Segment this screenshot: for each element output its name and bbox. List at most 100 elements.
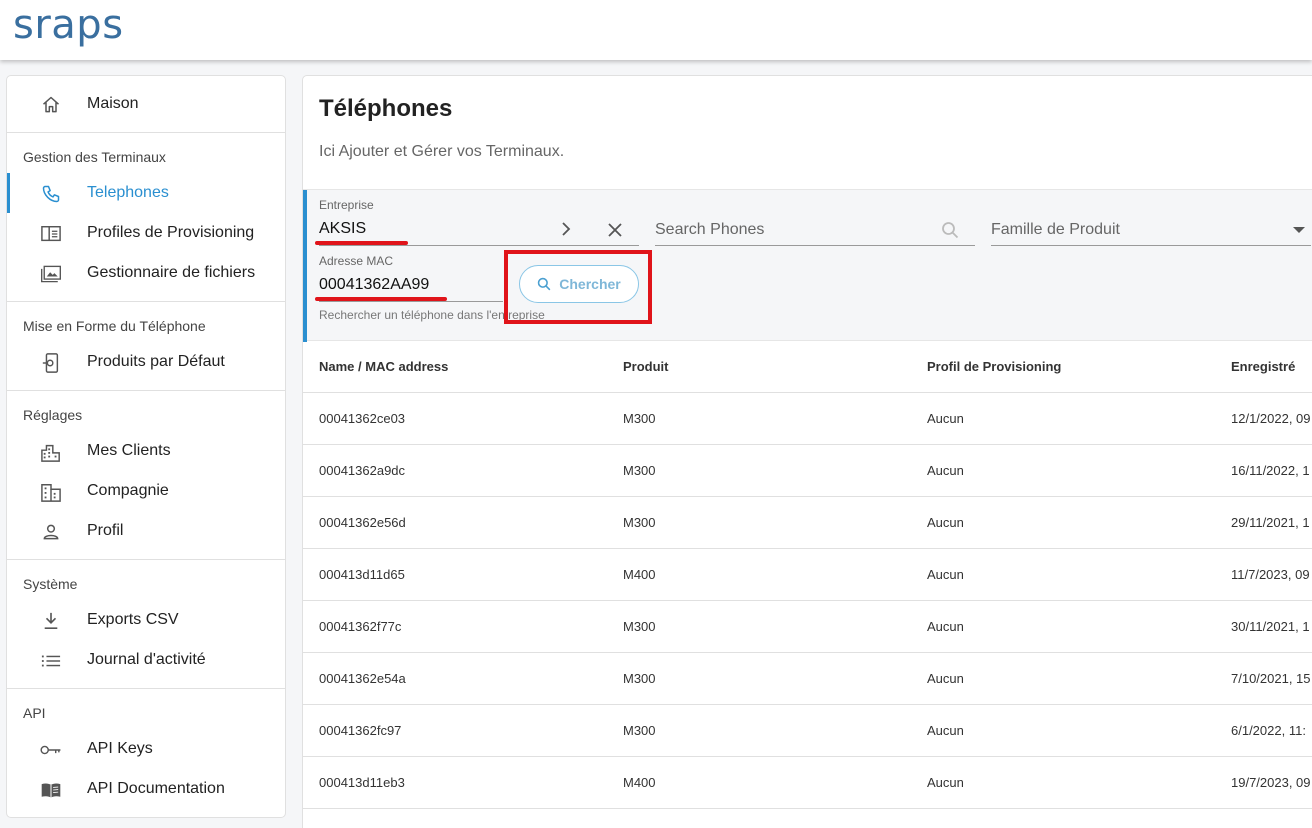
cell-product: M300 (623, 671, 656, 686)
sidebar-item-label: Journal d'activité (87, 651, 206, 668)
city-icon (40, 441, 62, 463)
column-header-profile[interactable]: Profil de Provisioning (927, 341, 1061, 393)
search-phones-input[interactable]: Search Phones (655, 221, 764, 239)
divider (7, 390, 285, 391)
table-row[interactable]: 000413d11eb3 M400 Aucun 19/7/2023, 09 (303, 757, 1312, 809)
cell-registered: 30/11/2021, 1 (1231, 619, 1310, 634)
cell-registered: 16/11/2022, 1 (1231, 463, 1310, 478)
sidebar-item-api-keys[interactable]: API Keys (7, 729, 285, 769)
phone-icon (40, 183, 62, 205)
section-title: Gestion des Terminaux (23, 149, 166, 165)
sidebar-item-label: Telephones (87, 184, 169, 201)
cell-profile: Aucun (927, 619, 964, 634)
page-title: Téléphones (319, 95, 453, 122)
divider (7, 301, 285, 302)
sidebar-item-file-manager[interactable]: Gestionnaire de fichiers (7, 253, 285, 293)
table-row[interactable]: 00041362f77c M300 Aucun 30/11/2021, 1 (303, 601, 1312, 653)
table-row[interactable]: 000413d11d65 M400 Aucun 11/7/2023, 09 (303, 549, 1312, 601)
chevron-right-icon[interactable] (559, 221, 573, 237)
sidebar-item-csv-exports[interactable]: Exports CSV (7, 600, 285, 640)
search-icon (941, 221, 959, 239)
download-icon (40, 610, 62, 632)
mac-field-label: Adresse MAC (319, 254, 394, 268)
cell-mac: 000413d11d65 (319, 567, 405, 582)
list-icon (40, 650, 62, 672)
top-bar: sraps (0, 0, 1312, 60)
section-title: Réglages (23, 407, 83, 423)
sidebar-item-provisioning-profiles[interactable]: Profiles de Provisioning (7, 213, 285, 253)
person-icon (40, 521, 62, 543)
sidebar-item-default-products[interactable]: Produits par Défaut (7, 342, 285, 382)
cell-mac: 00041362fc97 (319, 723, 402, 738)
dropdown-arrow-icon[interactable] (1293, 227, 1305, 234)
cell-product: M300 (623, 515, 656, 530)
sidebar-item-telephones[interactable]: Telephones (7, 173, 285, 213)
company-field-label: Entreprise (319, 198, 374, 212)
filter-panel: Entreprise AKSIS Search Phones Famille d… (303, 189, 1312, 342)
clear-icon[interactable] (607, 222, 623, 238)
section-title: Système (23, 576, 78, 592)
building-icon (40, 481, 62, 503)
cell-registered: 29/11/2021, 1 (1231, 515, 1310, 530)
column-header-registered[interactable]: Enregistré (1231, 341, 1295, 393)
sidebar-item-my-clients[interactable]: Mes Clients (7, 431, 285, 471)
search-phones-underline (655, 245, 975, 246)
sidebar-item-profile[interactable]: Profil (7, 511, 285, 551)
cell-product: M300 (623, 619, 656, 634)
column-header-product[interactable]: Produit (623, 341, 669, 393)
sidebar-item-label: API Keys (87, 740, 153, 757)
sidebar-item-activity-log[interactable]: Journal d'activité (7, 640, 285, 680)
product-family-select[interactable]: Famille de Produit (991, 221, 1120, 239)
cell-registered: 6/1/2022, 11: (1231, 723, 1306, 738)
sidebar-item-api-documentation[interactable]: API Documentation (7, 769, 285, 809)
main-panel: Téléphones Ici Ajouter et Gérer vos Term… (302, 75, 1312, 828)
column-header-name[interactable]: Name / MAC address (319, 341, 448, 393)
cell-mac: 00041362e54a (319, 671, 406, 686)
sidebar-item-label: Profiles de Provisioning (87, 224, 255, 241)
app-logo[interactable]: sraps (13, 2, 124, 48)
table-row[interactable]: 00041362fc97 M300 Aucun 6/1/2022, 11: (303, 705, 1312, 757)
table-row[interactable]: 00041362a9dc M300 Aucun 16/11/2022, 1 (303, 445, 1312, 497)
sidebar-item-label: Gestionnaire de fichiers (87, 264, 256, 281)
table-row[interactable]: 00041362ce03 M300 Aucun 12/1/2022, 09 (303, 393, 1312, 445)
cell-mac: 00041362e56d (319, 515, 406, 530)
company-field-value[interactable]: AKSIS (319, 220, 366, 238)
table-row[interactable]: 00041362e54a M300 Aucun 7/10/2021, 15 (303, 653, 1312, 705)
annotation-underline (315, 241, 408, 245)
book-icon (40, 779, 62, 801)
sidebar-item-label: Maison (87, 95, 139, 112)
sidebar-item-label: Profil (87, 522, 124, 539)
cell-mac: 00041362a9dc (319, 463, 406, 478)
cell-profile: Aucun (927, 567, 964, 582)
cell-mac: 00041362ce03 (319, 411, 406, 426)
mac-address-input[interactable]: 00041362AA99 (319, 276, 429, 294)
cell-profile: Aucun (927, 463, 964, 478)
key-icon (40, 739, 62, 761)
cell-product: M300 (623, 411, 656, 426)
cell-product: M300 (623, 723, 656, 738)
home-icon (40, 94, 62, 116)
profile-card-icon (40, 223, 62, 245)
cell-registered: 19/7/2023, 09 (1231, 775, 1311, 790)
product-family-underline (991, 245, 1311, 246)
sidebar-item-company[interactable]: Compagnie (7, 471, 285, 511)
file-manager-icon (40, 263, 62, 285)
mac-field-underline (319, 301, 503, 302)
sidebar-item-home[interactable]: Maison (7, 84, 285, 124)
section-title: API (23, 705, 46, 721)
table-header: Name / MAC address Produit Profil de Pro… (303, 341, 1312, 393)
sidebar-item-label: Exports CSV (87, 611, 179, 628)
cell-profile: Aucun (927, 411, 964, 426)
table-row[interactable]: 00041362e56d M300 Aucun 29/11/2021, 1 (303, 497, 1312, 549)
cell-registered: 7/10/2021, 15 (1231, 671, 1311, 686)
cell-product: M300 (623, 463, 656, 478)
cell-mac: 000413d11eb3 (319, 775, 405, 790)
cell-registered: 11/7/2023, 09 (1231, 567, 1310, 582)
section-title: Mise en Forme du Téléphone (23, 318, 206, 334)
page-subtitle: Ici Ajouter et Gérer vos Terminaux. (319, 143, 565, 160)
cell-profile: Aucun (927, 775, 964, 790)
cell-product: M400 (623, 567, 656, 582)
annotation-box (504, 250, 652, 324)
cell-profile: Aucun (927, 723, 964, 738)
divider (7, 559, 285, 560)
